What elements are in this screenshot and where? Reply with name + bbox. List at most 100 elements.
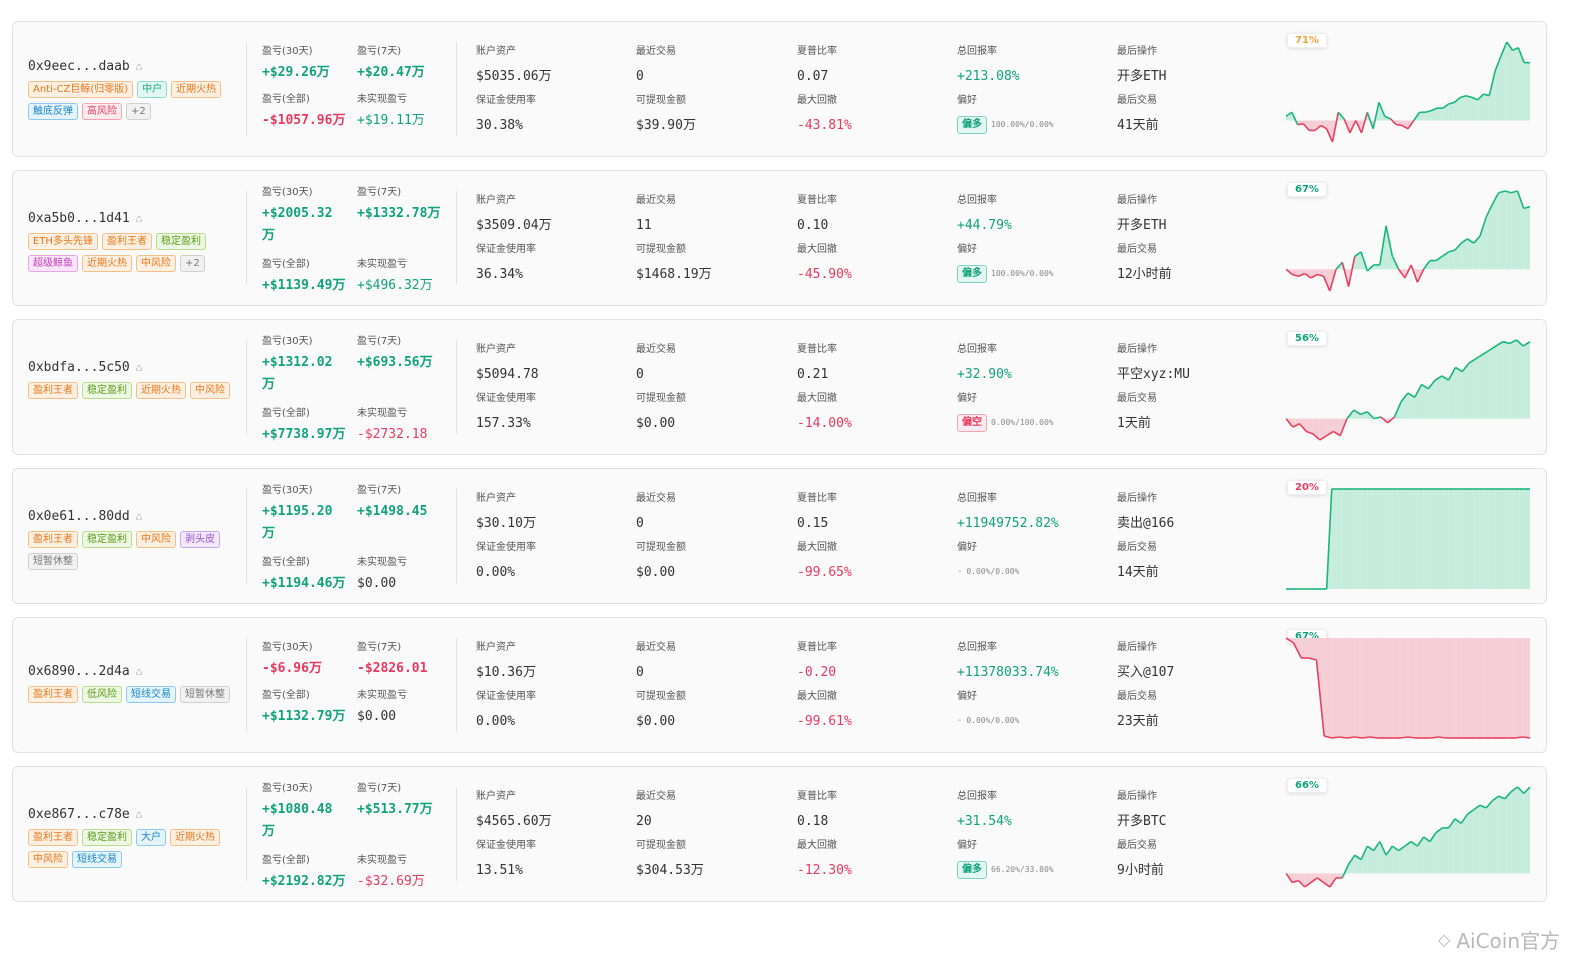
margin-usage-cell: 保证金使用率 30.38% <box>476 95 536 137</box>
bias-badge: 偏多 <box>957 861 987 879</box>
chart-area-segment <box>1428 489 1434 589</box>
last-action-cell: 最后操作 开多ETH <box>1117 46 1166 88</box>
chart-area-segment <box>1519 489 1525 589</box>
margin-usage-cell: 保证金使用率 0.00% <box>476 542 536 584</box>
margin-usage-value: 0.00% <box>476 565 516 580</box>
recent-trades-value: 0 <box>636 367 644 382</box>
tag-badge: 中风险 <box>136 531 176 548</box>
pnl-sparkline-chart <box>1286 637 1531 739</box>
address-text[interactable]: 0x9eec...daab <box>28 59 130 74</box>
chart-area-segment <box>1438 489 1444 589</box>
divider <box>246 787 247 881</box>
chart-area-segment <box>1489 70 1496 121</box>
wallet-address[interactable]: 0xa5b0...1d41 ♺ <box>28 211 142 226</box>
account-assets-cell: 账户资产 $4565.60万 <box>476 791 552 833</box>
chart-area-segment <box>1379 841 1387 874</box>
chart-area-segment <box>1524 62 1530 121</box>
total-return-value: +44.79% <box>957 218 1012 233</box>
chart-line-segment <box>1522 736 1531 739</box>
twitter-icon[interactable]: ♺ <box>136 60 143 73</box>
twitter-icon[interactable]: ♺ <box>136 361 143 374</box>
unrealized-pnl-label: 未实现盈亏 <box>357 259 407 270</box>
pnl-30d-value: +$1195.20万 <box>262 504 333 541</box>
total-return-cell: 总回报率 +31.54% <box>957 791 1012 833</box>
trader-card[interactable]: 0xbdfa...5c50 ♺ 盈利王者 稳定盈利 近期火热 中风险 盈亏(30天) +$13… <box>12 319 1547 455</box>
preference-value: 偏多 66.20%/33.80% <box>957 858 1054 881</box>
tag-badge: Anti-CZ巨鲸(归零版) <box>28 81 134 98</box>
withdrawable-label: 可提现金额 <box>636 393 686 404</box>
chart-area-segment <box>1336 489 1342 589</box>
tag-badge: ETH多头先锋 <box>28 233 98 250</box>
address-text[interactable]: 0x6890...2d4a <box>28 664 130 679</box>
pnl-7d-label: 盈亏(7天) <box>357 46 402 57</box>
pnl-sparkline-chart <box>1286 41 1530 143</box>
chart-area-segment <box>1482 350 1490 419</box>
tag-badge: +2 <box>126 103 151 120</box>
sharpe-ratio-value: 0.10 <box>797 218 829 233</box>
chart-area-segment <box>1392 638 1401 738</box>
margin-usage-value: 157.33% <box>476 416 531 431</box>
twitter-icon[interactable]: ♺ <box>136 665 143 678</box>
margin-usage-value: 13.51% <box>476 863 523 878</box>
tag-badge: 低风险 <box>82 686 122 703</box>
divider <box>246 638 247 732</box>
wallet-address[interactable]: 0x0e61...80dd ♺ <box>28 509 142 524</box>
max-drawdown-cell: 最大回撤 -14.00% <box>797 393 852 435</box>
chart-area-segment <box>1495 56 1501 121</box>
trader-card[interactable]: 0x0e61...80dd ♺ 盈利王者 稳定盈利 中风险 剥头皮 短暂休整 盈亏(30天) +… <box>12 468 1547 604</box>
last-action-cell: 最后操作 开多ETH <box>1117 195 1166 237</box>
preference-value: -0.00%/0.00% <box>957 560 1019 583</box>
recent-trades-cell: 最近交易 0 <box>636 493 676 535</box>
address-text[interactable]: 0x0e61...80dd <box>28 509 130 524</box>
chart-area-segment <box>1491 638 1500 738</box>
trader-card[interactable]: 0xa5b0...1d41 ♺ ETH多头先锋 盈利王者 稳定盈利 超级鲸鱼 近期火热 中风险… <box>12 170 1547 306</box>
wallet-address[interactable]: 0xe867...c78e ♺ <box>28 807 142 822</box>
max-drawdown-cell: 最大回撤 -43.81% <box>797 95 852 137</box>
twitter-icon[interactable]: ♺ <box>136 212 143 225</box>
address-text[interactable]: 0xe867...c78e <box>28 807 130 822</box>
unrealized-pnl-value: $0.00 <box>357 709 397 724</box>
wallet-address[interactable]: 0x6890...2d4a ♺ <box>28 664 142 679</box>
twitter-icon[interactable]: ♺ <box>136 808 143 821</box>
wallet-address[interactable]: 0x9eec...daab ♺ <box>28 59 142 74</box>
max-drawdown-label: 最大回撤 <box>797 95 837 106</box>
max-drawdown-value: -99.65% <box>797 565 852 580</box>
pnl-7d-value: +$20.47万 <box>357 65 425 80</box>
tag-list: ETH多头先锋 盈利王者 稳定盈利 超级鲸鱼 近期火热 中风险 +2 <box>28 233 243 272</box>
divider <box>246 42 247 136</box>
twitter-icon[interactable]: ♺ <box>136 510 143 523</box>
trader-card[interactable]: 0x9eec...daab ♺ Anti-CZ巨鲸(归零版) 中户 近期火热 触底反弹 高风… <box>12 21 1547 157</box>
recent-trades-value: 11 <box>636 218 652 233</box>
chart-area-segment <box>1423 837 1430 874</box>
trader-card[interactable]: 0x6890...2d4a ♺ 盈利王者 低风险 短线交易 短暂休整 盈亏(30天) -$6.… <box>12 617 1547 753</box>
chart-area-segment <box>1509 340 1517 419</box>
chart-area-segment <box>1301 638 1309 658</box>
chart-area-segment <box>1400 638 1408 738</box>
chart-area-segment <box>1377 638 1386 738</box>
recent-trades-label: 最近交易 <box>636 791 676 802</box>
chart-area-segment <box>1511 787 1518 874</box>
margin-usage-cell: 保证金使用率 13.51% <box>476 840 536 882</box>
address-text[interactable]: 0xa5b0...1d41 <box>28 211 130 226</box>
chart-area-segment <box>1475 354 1483 419</box>
wallet-address[interactable]: 0xbdfa...5c50 ♺ <box>28 360 142 375</box>
unrealized-pnl-cell: 未实现盈亏 +$19.11万 <box>357 94 425 132</box>
chart-area-segment <box>1466 95 1472 121</box>
chart-area-segment <box>1504 791 1512 874</box>
last-trade-label: 最后交易 <box>1117 542 1157 553</box>
max-drawdown-value: -43.81% <box>797 118 852 133</box>
total-return-label: 总回报率 <box>957 791 997 802</box>
margin-usage-cell: 保证金使用率 0.00% <box>476 691 536 733</box>
pnl-30d-cell: 盈亏(30天) +$29.26万 <box>262 46 330 84</box>
sharpe-ratio-label: 夏普比率 <box>797 493 837 504</box>
tag-badge: 剥头皮 <box>180 531 220 548</box>
chart-area-segment <box>1443 489 1449 589</box>
withdrawable-label: 可提现金额 <box>636 840 686 851</box>
address-text[interactable]: 0xbdfa...5c50 <box>28 360 130 375</box>
pnl-30d-label: 盈亏(30天) <box>262 187 313 198</box>
trader-card[interactable]: 0xe867...c78e ♺ 盈利王者 稳定盈利 大户 近期火热 中风险 短线交易 盈亏(30… <box>12 766 1547 902</box>
chart-area-segment <box>1442 827 1449 874</box>
last-action-label: 最后操作 <box>1117 46 1157 57</box>
last-trade-value: 12小时前 <box>1117 267 1172 282</box>
last-trade-cell: 最后交易 1天前 <box>1117 393 1157 435</box>
